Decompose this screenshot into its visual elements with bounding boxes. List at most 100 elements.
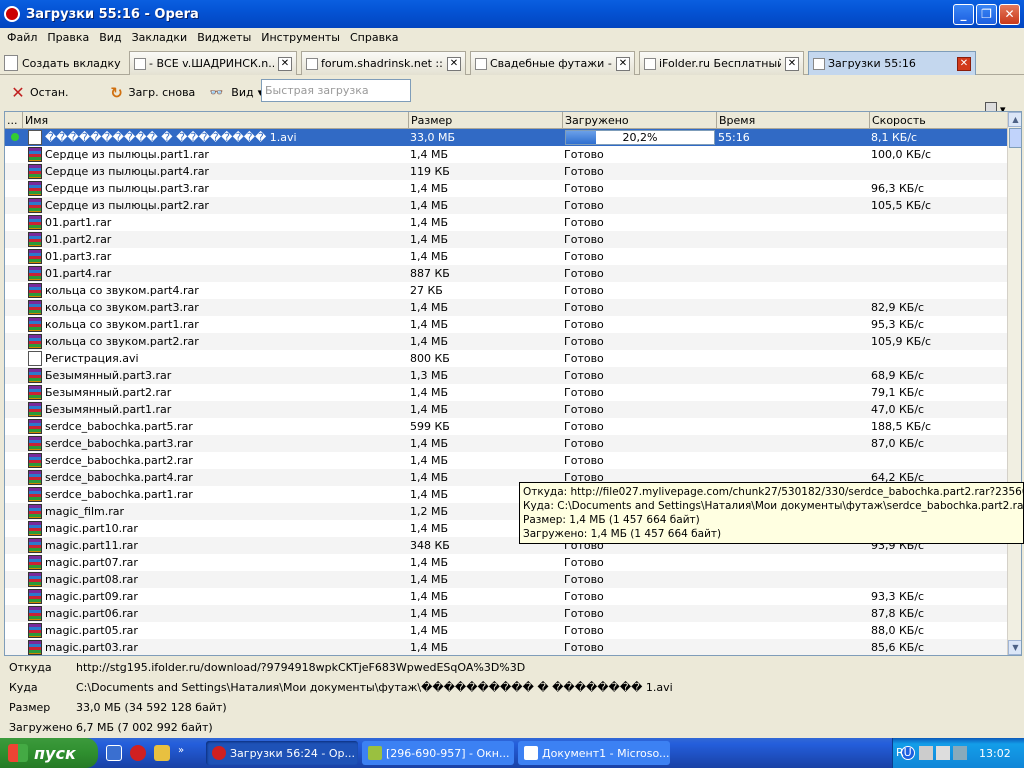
- download-row[interactable]: serdce_babochka.part5.rar 599 КБ Готово 188…: [5, 418, 1007, 435]
- column-header-time[interactable]: Время: [717, 112, 870, 129]
- file-name: magic.part08.rar: [45, 573, 138, 586]
- new-tab-button[interactable]: Создать вкладку: [4, 51, 122, 75]
- file-name: кольца со звуком.part4.rar: [45, 284, 199, 297]
- rar-archive-icon: [28, 606, 42, 621]
- tab-close-icon[interactable]: ✕: [785, 56, 799, 71]
- file-size: 887 КБ: [410, 267, 450, 280]
- file-size: 1,4 МБ: [410, 607, 449, 620]
- download-row[interactable]: 01.part3.rar 1,4 МБ Готово: [5, 248, 1007, 265]
- task-opera[interactable]: Загрузки 56:24 - Op...: [206, 741, 358, 765]
- menu-view[interactable]: Вид: [94, 31, 126, 44]
- file-speed: 100,0 КБ/с: [871, 148, 932, 161]
- tab-close-icon[interactable]: ✕: [278, 56, 292, 71]
- tab-label: - ВСЕ v.ШАДРИНСК.n...: [149, 57, 274, 70]
- menu-file[interactable]: Файл: [2, 31, 42, 44]
- download-row[interactable]: magic.part07.rar 1,4 МБ Готово: [5, 554, 1007, 571]
- menu-tools[interactable]: Инструменты: [256, 31, 345, 44]
- download-row[interactable]: кольца со звуком.part1.rar 1,4 МБ Готово 95…: [5, 316, 1007, 333]
- download-row[interactable]: кольца со звуком.part2.rar 1,4 МБ Готово 10…: [5, 333, 1007, 350]
- redownload-button[interactable]: ↻ Загр. снова: [109, 84, 195, 102]
- download-row[interactable]: 01.part2.rar 1,4 МБ Готово: [5, 231, 1007, 248]
- column-header-options[interactable]: ...: [5, 112, 23, 129]
- download-row[interactable]: magic.part08.rar 1,4 МБ Готово: [5, 571, 1007, 588]
- rar-archive-icon: [28, 215, 42, 230]
- opera-icon[interactable]: [130, 745, 146, 761]
- folder-icon[interactable]: [154, 745, 170, 761]
- desktop-icon[interactable]: [106, 745, 122, 761]
- download-row[interactable]: 01.part1.rar 1,4 МБ Готово: [5, 214, 1007, 231]
- tab-wedding-footage[interactable]: Свадебные футажи - ... ✕: [470, 51, 635, 75]
- clock[interactable]: 13:02: [979, 747, 1011, 760]
- file-size: 1,4 МБ: [410, 386, 449, 399]
- download-row[interactable]: serdce_babochka.part3.rar 1,4 МБ Готово 87,…: [5, 435, 1007, 452]
- download-row[interactable]: кольца со звуком.part4.rar 27 КБ Готово: [5, 282, 1007, 299]
- column-header-speed[interactable]: Скорость: [870, 112, 1007, 129]
- file-name: Безымянный.part1.rar: [45, 403, 172, 416]
- scroll-down-arrow-icon[interactable]: ▼: [1008, 640, 1021, 655]
- close-button[interactable]: ✕: [999, 3, 1020, 25]
- column-header-name[interactable]: Имя: [23, 112, 409, 129]
- quick-launch: »: [106, 745, 196, 761]
- file-size: 1,4 МБ: [410, 556, 449, 569]
- detail-size: Размер 33,0 МБ (34 592 128 байт): [0, 698, 1024, 718]
- task-word-document[interactable]: Документ1 - Microso...: [518, 741, 670, 765]
- task-chat-window[interactable]: [296-690-957] - Окн...: [362, 741, 514, 765]
- downloads-toolbar: ✕ Остан. ↻ Загр. снова 👓 Вид ▾: [0, 76, 1024, 109]
- download-row[interactable]: Сердце из пылюцы.part1.rar 1,4 МБ Готово 10…: [5, 146, 1007, 163]
- start-button[interactable]: пуск: [0, 738, 98, 768]
- file-status: Готово: [564, 199, 604, 212]
- file-speed: 68,9 КБ/с: [871, 369, 925, 382]
- download-row[interactable]: Сердце из пылюцы.part2.rar 1,4 МБ Готово 10…: [5, 197, 1007, 214]
- tab-close-icon[interactable]: ✕: [616, 56, 630, 71]
- tab-ifolder[interactable]: iFolder.ru Бесплатный ... ✕: [639, 51, 804, 75]
- language-indicator[interactable]: RU: [896, 746, 912, 759]
- file-status: Готово: [564, 607, 604, 620]
- chevron-right-icon[interactable]: »: [178, 745, 188, 761]
- download-row[interactable]: Сердце из пылюцы.part3.rar 1,4 МБ Готово 96…: [5, 180, 1007, 197]
- download-row[interactable]: кольца со звуком.part3.rar 1,4 МБ Готово 82…: [5, 299, 1007, 316]
- column-header-loaded[interactable]: Загружено: [563, 112, 717, 129]
- download-row[interactable]: Безымянный.part1.rar 1,4 МБ Готово 47,0 КБ/…: [5, 401, 1007, 418]
- file-name: Сердце из пылюцы.part4.rar: [45, 165, 209, 178]
- menu-bookmarks[interactable]: Закладки: [127, 31, 193, 44]
- download-row[interactable]: Регистрация.avi 800 КБ Готово: [5, 350, 1007, 367]
- file-size: 800 КБ: [410, 352, 450, 365]
- tab-forum-shadrinsk[interactable]: forum.shadrinsk.net :: ... ✕: [301, 51, 466, 75]
- menu-edit[interactable]: Правка: [42, 31, 94, 44]
- file-name: magic.part11.rar: [45, 539, 138, 552]
- menu-widgets[interactable]: Виджеты: [192, 31, 256, 44]
- download-row[interactable]: magic.part09.rar 1,4 МБ Готово 93,3 КБ/с: [5, 588, 1007, 605]
- network-icon[interactable]: [919, 746, 933, 760]
- tab-close-icon[interactable]: ✕: [447, 56, 461, 71]
- menu-help[interactable]: Справка: [345, 31, 403, 44]
- restore-button[interactable]: ❐: [976, 3, 997, 25]
- download-row[interactable]: Безымянный.part2.rar 1,4 МБ Готово 79,1 КБ/…: [5, 384, 1007, 401]
- quick-download-input[interactable]: Быстрая загрузка: [261, 79, 411, 102]
- rar-archive-icon: [28, 470, 42, 485]
- download-row[interactable]: magic.part03.rar 1,4 МБ Готово 85,6 КБ/с: [5, 639, 1007, 655]
- minimize-button[interactable]: _: [953, 3, 974, 25]
- volume-icon[interactable]: [936, 746, 950, 760]
- download-row[interactable]: Безымянный.part3.rar 1,3 МБ Готово 68,9 КБ/…: [5, 367, 1007, 384]
- download-row[interactable]: magic.part05.rar 1,4 МБ Готово 88,0 КБ/с: [5, 622, 1007, 639]
- tray-app-icon[interactable]: [953, 746, 967, 760]
- view-button[interactable]: 👓 Вид ▾: [205, 85, 263, 101]
- download-row[interactable]: ���������� � �������� 1.avi 33,0 МБ 20,2% 5…: [5, 129, 1007, 146]
- scroll-thumb[interactable]: [1009, 128, 1021, 148]
- download-row[interactable]: magic.part06.rar 1,4 МБ Готово 87,8 КБ/с: [5, 605, 1007, 622]
- tab-close-icon[interactable]: ✕: [957, 56, 971, 71]
- tab-vse-shadrinsk[interactable]: - ВСЕ v.ШАДРИНСК.n... ✕: [129, 51, 297, 75]
- rar-archive-icon: [28, 334, 42, 349]
- stop-button[interactable]: ✕ Остан.: [10, 83, 68, 102]
- download-row[interactable]: 01.part4.rar 887 КБ Готово: [5, 265, 1007, 282]
- vertical-scrollbar[interactable]: ▲ ▼: [1007, 112, 1021, 655]
- tab-downloads[interactable]: Загрузки 55:16 ✕: [808, 51, 976, 75]
- file-speed: 8,1 КБ/с: [871, 131, 918, 144]
- rar-archive-icon: [28, 623, 42, 638]
- download-row[interactable]: Сердце из пылюцы.part4.rar 119 КБ Готово: [5, 163, 1007, 180]
- column-header-size[interactable]: Размер: [409, 112, 563, 129]
- new-tab-icon: [4, 55, 18, 71]
- scroll-up-arrow-icon[interactable]: ▲: [1008, 112, 1021, 127]
- detail-from-value: http://stg195.ifolder.ru/download/?97949…: [76, 661, 526, 674]
- download-row[interactable]: serdce_babochka.part2.rar 1,4 МБ Готово: [5, 452, 1007, 469]
